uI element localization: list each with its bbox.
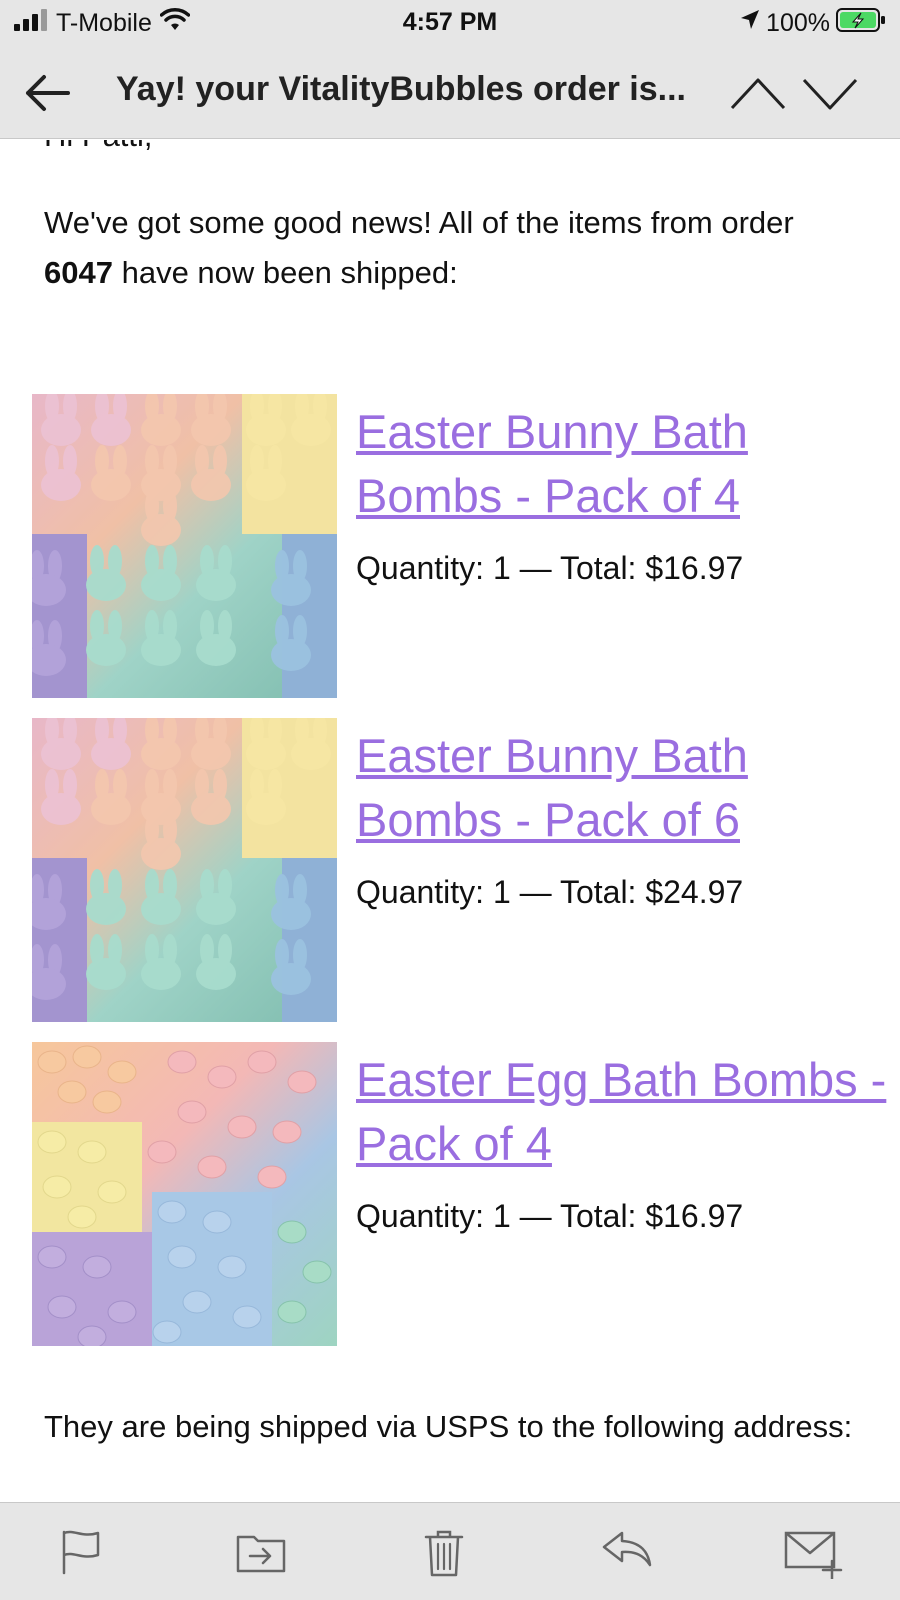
- chevron-up-icon[interactable]: [730, 76, 786, 115]
- location-icon: [740, 9, 760, 38]
- order-item: Easter Egg Bath Bombs - Pack of 4 Quanti…: [32, 1042, 900, 1346]
- quantity-total: Quantity: 1 — Total: $16.97: [356, 1198, 744, 1234]
- status-right: 100%: [740, 8, 886, 39]
- product-name-line-1[interactable]: Easter Egg Bath Bombs -: [356, 1053, 886, 1106]
- product-image-eggs[interactable]: [32, 1042, 337, 1346]
- product-name-line-1[interactable]: Easter Bunny Bath: [356, 729, 748, 782]
- trash-icon[interactable]: [424, 1529, 464, 1582]
- battery-percentage: 100%: [766, 9, 830, 37]
- product-link[interactable]: Easter Bunny Bath Bombs - Pack of 6: [356, 724, 900, 852]
- product-name-line-2[interactable]: Bombs - Pack of 4: [356, 469, 740, 522]
- shipping-paragraph: They are being shipped via USPS to the f…: [44, 1409, 853, 1444]
- order-item: Easter Bunny Bath Bombs - Pack of 6 Quan…: [32, 718, 900, 1022]
- chevron-down-icon[interactable]: [802, 76, 858, 115]
- compose-icon[interactable]: [784, 1529, 844, 1584]
- back-arrow-icon[interactable]: [22, 72, 72, 114]
- product-image-bunny[interactable]: [32, 718, 337, 1022]
- intro-paragraph: We've got some good news! All of the ite…: [44, 198, 900, 298]
- product-name-line-2[interactable]: Pack of 4: [356, 1117, 552, 1170]
- move-folder-icon[interactable]: [236, 1529, 286, 1578]
- battery-charging-icon: [836, 8, 886, 39]
- quantity-total: Quantity: 1 — Total: $24.97: [356, 874, 744, 910]
- product-image-bunny[interactable]: [32, 394, 337, 698]
- bottom-toolbar: [0, 1502, 900, 1600]
- product-link[interactable]: Easter Egg Bath Bombs - Pack of 4: [356, 1048, 900, 1176]
- order-item: Easter Bunny Bath Bombs - Pack of 4 Quan…: [32, 394, 900, 698]
- intro-line-2: have now been shipped:: [112, 255, 458, 290]
- flag-icon[interactable]: [60, 1529, 104, 1580]
- greeting: Hi Patti,: [44, 140, 153, 154]
- product-link[interactable]: Easter Bunny Bath Bombs - Pack of 4: [356, 400, 900, 528]
- email-subject-title: Yay! your VitalityBubbles order is...: [116, 70, 686, 108]
- status-bar: T-Mobile 4:57 PM 100%: [0, 0, 900, 46]
- reply-icon[interactable]: [600, 1529, 654, 1574]
- product-name-line-1[interactable]: Easter Bunny Bath: [356, 405, 748, 458]
- quantity-total: Quantity: 1 — Total: $16.97: [356, 550, 744, 586]
- product-name-line-2[interactable]: Bombs - Pack of 6: [356, 793, 740, 846]
- order-number: 6047: [44, 255, 113, 290]
- intro-line-1: We've got some good news! All of the ite…: [44, 205, 794, 240]
- email-body[interactable]: Hi Patti, We've got some good news! All …: [0, 140, 900, 1502]
- navigation-bar: Yay! your VitalityBubbles order is...: [0, 46, 900, 139]
